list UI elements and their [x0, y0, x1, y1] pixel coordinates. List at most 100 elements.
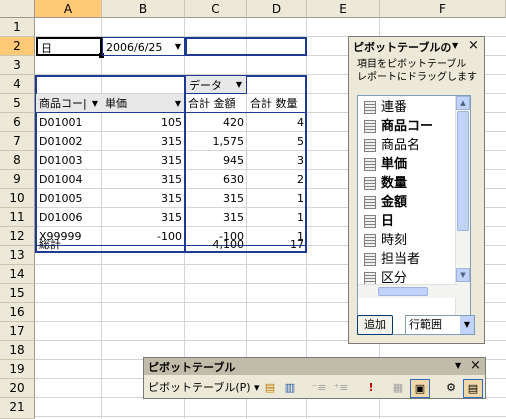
chevron-down-icon[interactable]: ▼ [88, 97, 102, 111]
column-header-e[interactable]: E [307, 0, 380, 18]
column-header-b[interactable]: B [102, 0, 185, 18]
item-code-cell[interactable]: D01004 [36, 170, 102, 189]
grand-total-label[interactable]: 総計 [36, 235, 102, 254]
row-header[interactable]: 15 [0, 284, 35, 303]
row-header[interactable]: 6 [0, 113, 35, 132]
sum-qty-header[interactable]: 合計 数量 [247, 94, 307, 113]
qty-cell[interactable]: 5 [247, 132, 307, 151]
qty-cell[interactable]: 3 [247, 151, 307, 170]
field-settings-icon[interactable]: ⚙ [442, 379, 460, 396]
field-item[interactable]: 日 [364, 212, 394, 231]
row-header[interactable]: 3 [0, 56, 35, 75]
vertical-scrollbar[interactable]: ▲ ▼ [455, 96, 470, 334]
amount-cell[interactable]: 315 [185, 208, 247, 227]
price-cell[interactable]: 315 [102, 189, 185, 208]
row-header[interactable]: 10 [0, 189, 35, 208]
hide-detail-icon[interactable]: ⁻≡ [310, 379, 328, 396]
page-field-area[interactable] [185, 37, 307, 56]
row-header[interactable]: 8 [0, 151, 35, 170]
row-header[interactable]: 9 [0, 170, 35, 189]
area-select[interactable]: 行範囲 ▼ [405, 315, 475, 335]
price-cell[interactable]: 105 [102, 113, 185, 132]
qty-cell[interactable]: 1 [247, 189, 307, 208]
scroll-up-icon[interactable]: ▲ [456, 96, 470, 110]
field-listbox[interactable]: 連番 商品コー 商品名 単価 数量 金額 日 時刻 担当者 区分 ▲ ▼ [357, 95, 471, 335]
field-item[interactable]: 単価 [364, 155, 407, 174]
item-code-cell[interactable]: D01005 [36, 189, 102, 208]
chevron-down-icon[interactable]: ▼ [455, 361, 461, 370]
row-header[interactable]: 11 [0, 208, 35, 227]
price-cell[interactable]: 315 [102, 132, 185, 151]
qty-cell[interactable]: 4 [247, 113, 307, 132]
chevron-down-icon[interactable]: ▼ [171, 40, 185, 54]
row-header[interactable]: 20 [0, 379, 35, 398]
item-code-cell[interactable]: D01001 [36, 113, 102, 132]
row-header[interactable]: 1 [0, 18, 35, 37]
column-header-a[interactable]: A [35, 0, 102, 18]
qty-cell[interactable]: 1 [247, 208, 307, 227]
field-item[interactable]: 金額 [364, 193, 407, 212]
field-item[interactable]: 商品名 [364, 136, 420, 155]
row-header[interactable]: 12 [0, 227, 35, 246]
chevron-down-icon[interactable]: ▼ [460, 316, 474, 334]
amount-cell[interactable]: 315 [185, 189, 247, 208]
item-code-cell[interactable]: D01003 [36, 151, 102, 170]
select-all-corner[interactable] [0, 0, 35, 18]
row-header[interactable]: 4 [0, 75, 35, 94]
column-header-c[interactable]: C [185, 0, 247, 18]
format-report-icon[interactable]: ▤ [261, 379, 279, 396]
row-header[interactable]: 13 [0, 246, 35, 265]
row-header[interactable]: 19 [0, 360, 35, 379]
horizontal-scrollbar[interactable] [358, 284, 458, 298]
scrollbar-thumb[interactable] [378, 287, 428, 296]
row-header[interactable]: 21 [0, 398, 35, 419]
field-list-title[interactable]: ピボットテーブルの [353, 39, 451, 55]
item-code-cell[interactable]: D01006 [36, 208, 102, 227]
field-item[interactable]: 時刻 [364, 231, 407, 250]
close-icon[interactable]: × [470, 358, 481, 373]
field-item[interactable]: 担当者 [364, 250, 420, 269]
scroll-down-icon[interactable]: ▼ [456, 268, 470, 282]
page-field-label-cell[interactable]: 日 [36, 37, 102, 56]
close-icon[interactable]: × [468, 38, 479, 53]
price-cell[interactable]: 315 [102, 208, 185, 227]
scrollbar-thumb[interactable] [457, 111, 469, 231]
row-header[interactable]: 5 [0, 94, 35, 113]
chevron-down-icon[interactable]: ▼ [171, 97, 185, 111]
toolbar-titlebar[interactable]: ピボットテーブル ▼ × [144, 358, 485, 375]
row-header[interactable]: 7 [0, 132, 35, 151]
field-list-toggle-icon[interactable]: ▤ [463, 379, 483, 398]
amount-cell[interactable]: 945 [185, 151, 247, 170]
qty-cell[interactable]: 2 [247, 170, 307, 189]
pivot-toolbar[interactable]: ピボットテーブル ▼ × ピボットテーブル(P) ▾ ▤ ▥ ⁻≡ ⁺≡ ! ▦… [143, 357, 486, 399]
chevron-down-icon[interactable]: ▼ [452, 41, 458, 50]
column-header-d[interactable]: D [247, 0, 307, 18]
price-cell[interactable]: 315 [102, 151, 185, 170]
price-cell[interactable]: 315 [102, 170, 185, 189]
price-cell[interactable]: -100 [102, 227, 185, 246]
row-header[interactable]: 16 [0, 303, 35, 322]
grand-total-qty[interactable]: 17 [247, 235, 307, 254]
chart-wizard-icon[interactable]: ▥ [281, 379, 299, 396]
pivot-menu-button[interactable]: ピボットテーブル(P) ▾ [148, 379, 260, 396]
chevron-down-icon[interactable]: ▼ [232, 78, 246, 92]
amount-cell[interactable]: 630 [185, 170, 247, 189]
amount-cell[interactable]: 420 [185, 113, 247, 132]
pivot-field-list-panel[interactable]: ピボットテーブルの ▼ × 項目をピボットテーブル レポートにドラッグします 連… [348, 36, 485, 344]
field-item[interactable]: 数量 [364, 174, 407, 193]
show-detail-icon[interactable]: ⁺≡ [332, 379, 350, 396]
row-header[interactable]: 18 [0, 341, 35, 360]
field-item[interactable]: 商品コー [364, 117, 433, 136]
row-header[interactable]: 17 [0, 322, 35, 341]
amount-cell[interactable]: 1,575 [185, 132, 247, 151]
column-header-f[interactable]: F [380, 0, 506, 18]
field-item[interactable]: 連番 [364, 98, 407, 117]
refresh-data-icon[interactable]: ! [362, 379, 380, 396]
sum-amount-header[interactable]: 合計 金額 [185, 94, 247, 113]
grand-total-amount[interactable]: 4,100 [185, 235, 247, 254]
include-hidden-items-icon[interactable]: ▦ [389, 379, 407, 396]
always-display-items-icon[interactable]: ▣ [410, 379, 430, 398]
row-header[interactable]: 14 [0, 265, 35, 284]
add-button[interactable]: 追加 [357, 315, 393, 335]
item-code-cell[interactable]: D01002 [36, 132, 102, 151]
